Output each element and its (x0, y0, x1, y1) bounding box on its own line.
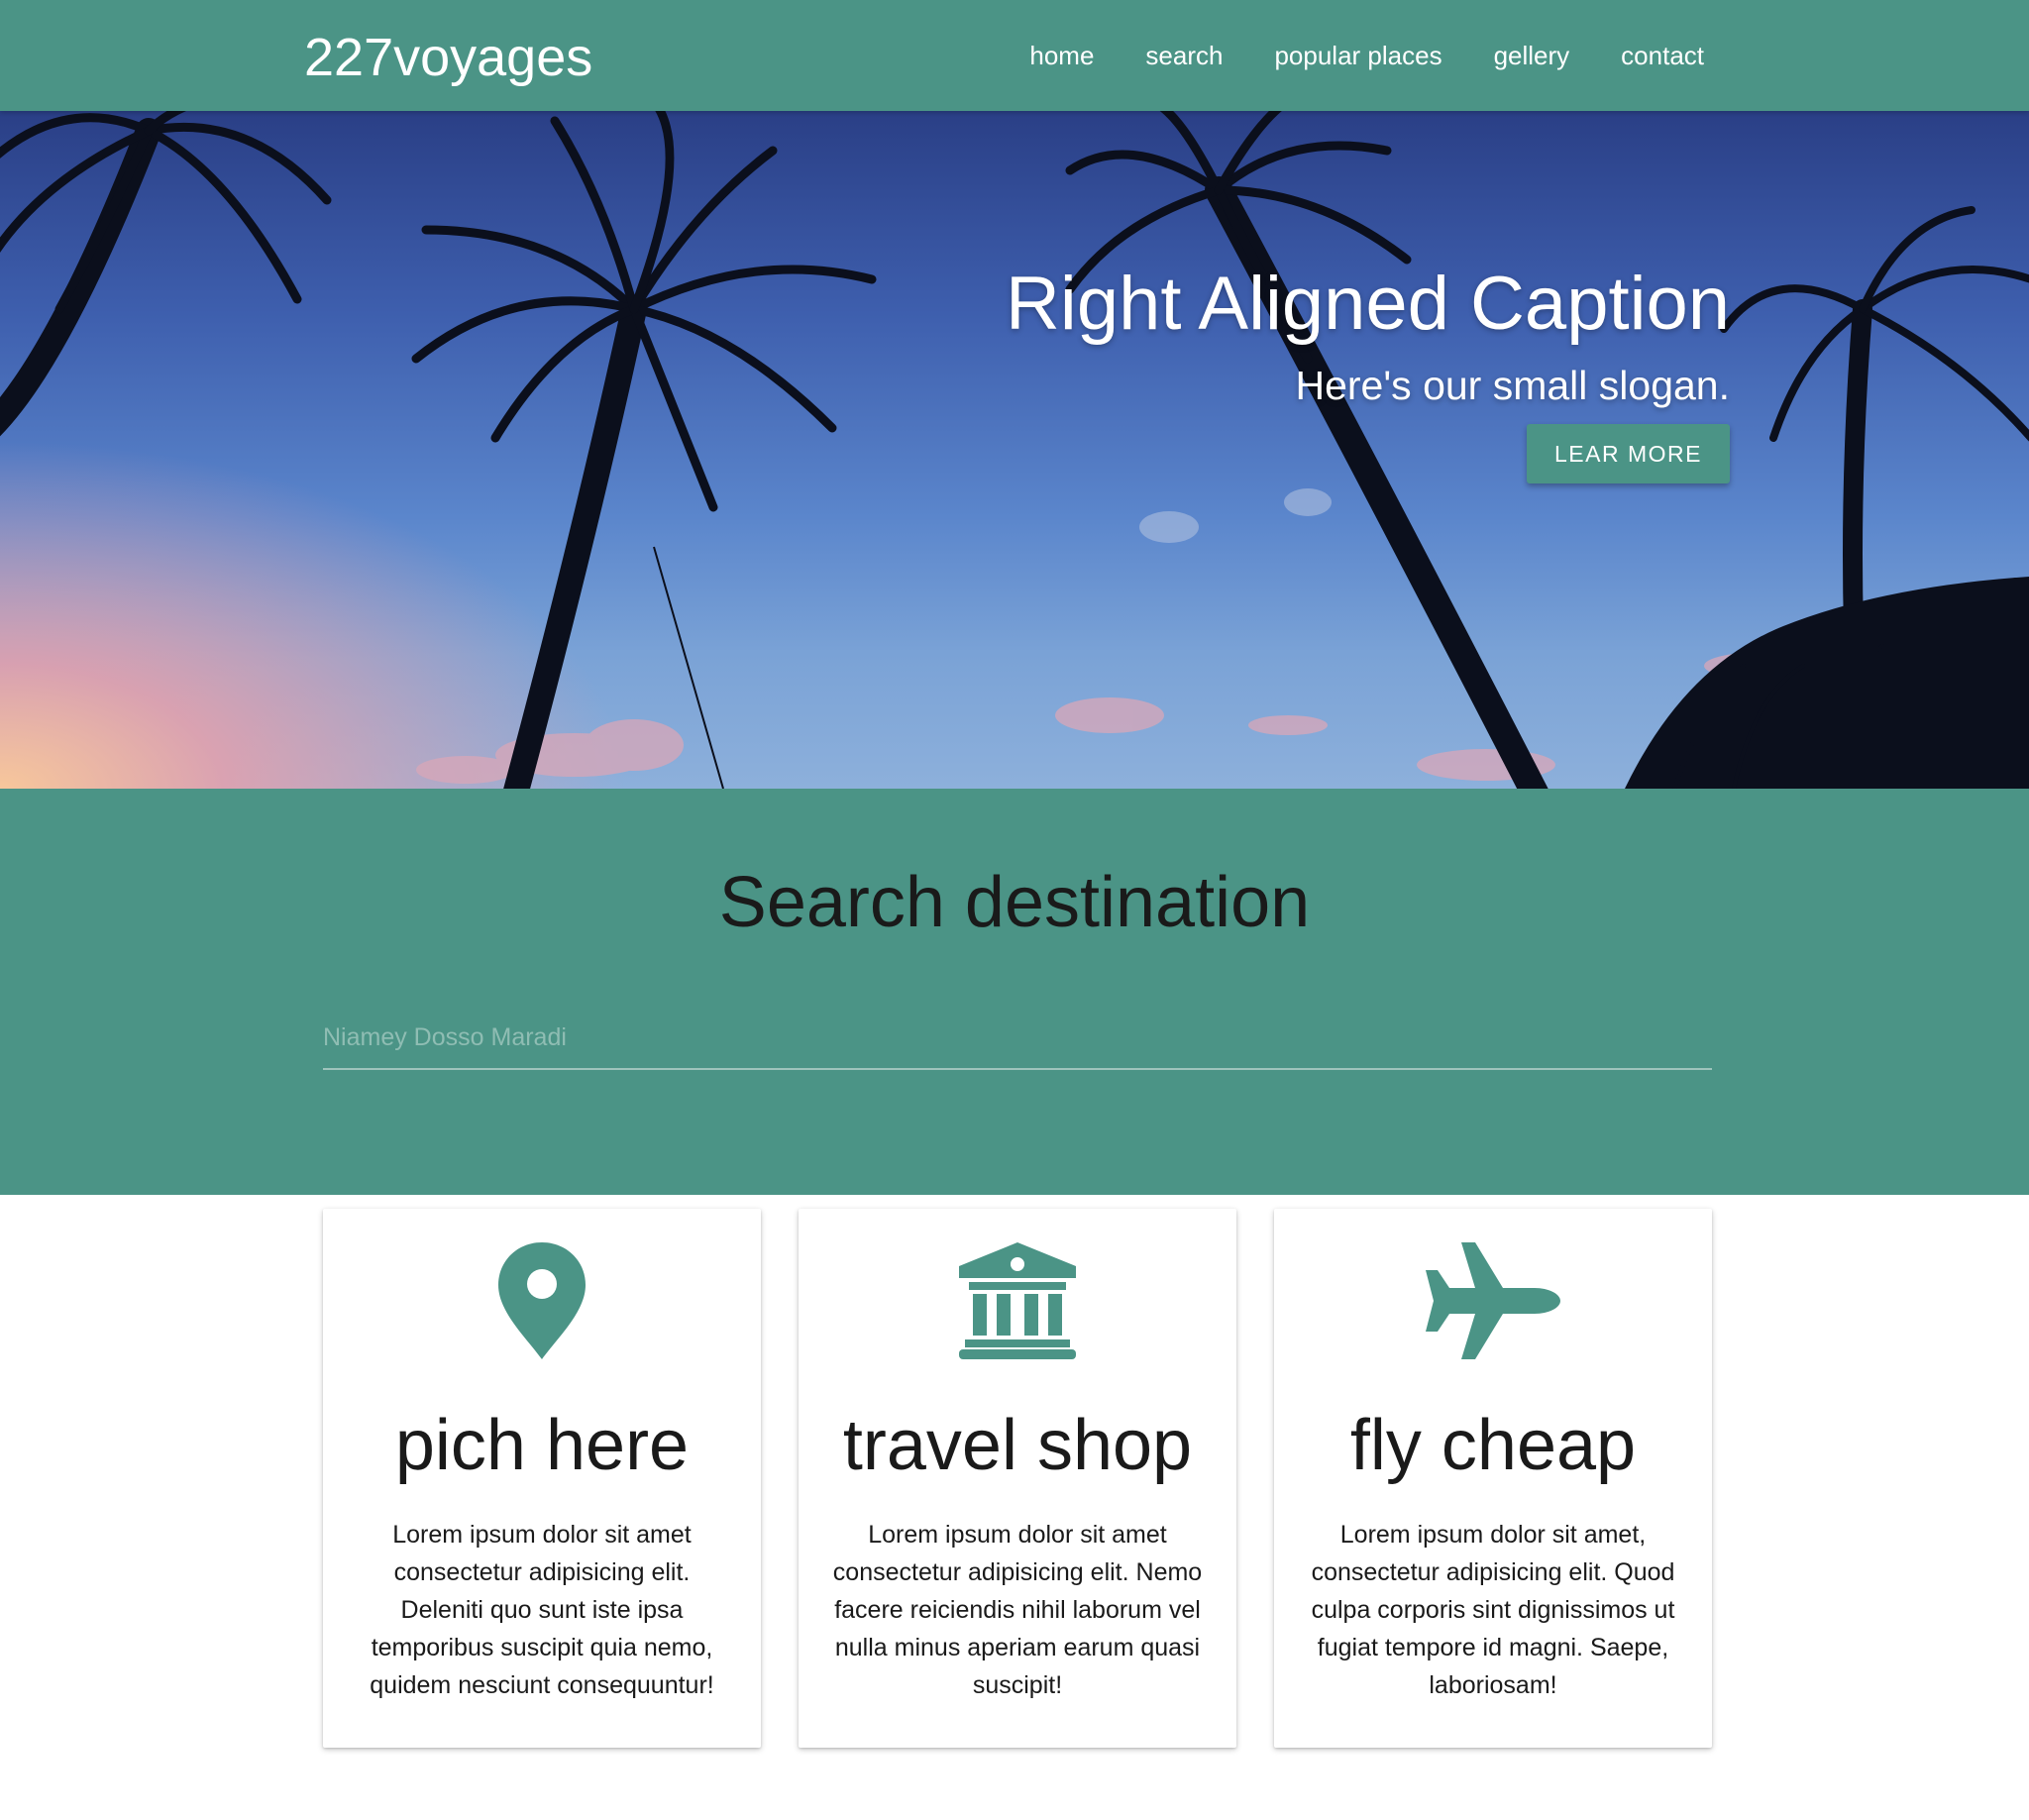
card-title: pich here (394, 1406, 690, 1485)
nav-link-popular-places[interactable]: popular places (1274, 41, 1442, 71)
card-title: fly cheap (1349, 1406, 1637, 1485)
hero-slogan: Here's our small slogan. (1295, 363, 1730, 408)
card-text: Lorem ipsum dolor sit amet, consectetur … (1311, 1521, 1675, 1699)
nav-link-home[interactable]: home (1029, 41, 1094, 71)
features-cards: pich here Lorem ipsum dolor sit amet con… (323, 1209, 1712, 1748)
nav-link-contact[interactable]: contact (1621, 41, 1704, 71)
feature-card: travel shop Lorem ipsum dolor sit amet c… (799, 1209, 1236, 1748)
airplane-icon (1274, 1240, 1712, 1361)
map-pin-icon (323, 1240, 761, 1361)
card-text: Lorem ipsum dolor sit amet consectetur a… (370, 1521, 714, 1699)
feature-card: fly cheap Lorem ipsum dolor sit amet, co… (1274, 1209, 1712, 1748)
hero-title: Right Aligned Caption (1006, 262, 1730, 346)
search-title: Search destination (718, 863, 1311, 942)
navbar: 227voyages home search popular places ge… (0, 0, 2029, 111)
card-title: travel shop (842, 1406, 1193, 1485)
destination-search-input[interactable] (323, 1007, 1712, 1070)
nav-link-gallery[interactable]: gellery (1494, 41, 1570, 71)
hero-caption: Right Aligned Caption Here's our small s… (1006, 260, 1730, 483)
learn-more-button[interactable]: LEAR MORE (1527, 424, 1730, 483)
feature-card: pich here Lorem ipsum dolor sit amet con… (323, 1209, 761, 1748)
hero-carousel: Right Aligned Caption Here's our small s… (0, 111, 2029, 789)
brand-logo[interactable]: 227voyages (304, 26, 592, 89)
search-section: Search destination (0, 789, 2029, 1195)
card-text: Lorem ipsum dolor sit amet consectetur a… (832, 1521, 1203, 1699)
nav-link-search[interactable]: search (1145, 41, 1223, 71)
bank-building-icon (799, 1240, 1236, 1361)
nav-links: home search popular places gellery conta… (1029, 0, 1704, 111)
